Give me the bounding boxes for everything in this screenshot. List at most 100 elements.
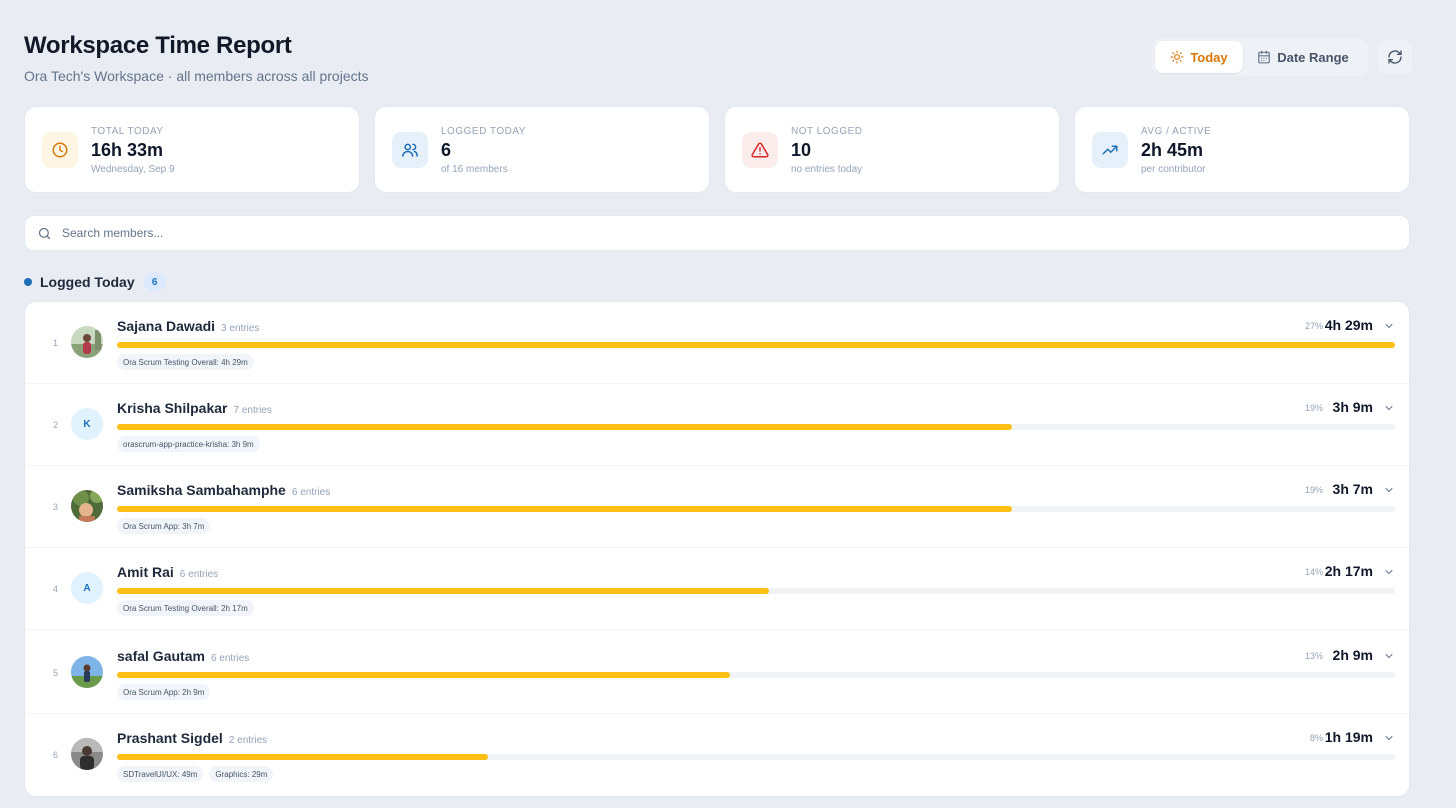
search-icon <box>37 226 52 241</box>
member-percent: 13% <box>1304 651 1323 661</box>
member-name: Prashant Sigdel 2 entries <box>117 730 268 746</box>
project-chips: Ora Scrum Testing Overall: 2h 17m <box>117 600 254 616</box>
project-chips: Ora Scrum Testing Overall: 4h 29m <box>117 354 254 370</box>
member-rank: 2 <box>53 420 59 430</box>
project-chips: Ora Scrum App: 2h 9m <box>117 684 211 700</box>
calendar-icon <box>1258 50 1271 64</box>
stat-sub: Wednesday, Sep 9 <box>91 164 175 175</box>
users-icon <box>392 132 428 168</box>
member-avatar <box>71 738 103 770</box>
member-row[interactable]: 4 A Amit Rai 6 entries 14% 2h 17m Ora Scr… <box>25 548 1409 630</box>
member-duration: 4h 29m <box>1324 317 1373 333</box>
member-percent: 8% <box>1309 733 1323 743</box>
member-avatar: A <box>71 572 103 604</box>
stat-label: TOTAL TODAY <box>91 126 164 137</box>
member-entries: 6 entries <box>179 569 219 580</box>
project-chips: orascrum-app-practice-krisha: 3h 9m <box>117 436 260 452</box>
search-bar <box>24 215 1410 251</box>
project-chips: Ora Scrum App: 3h 7m <box>117 518 211 534</box>
member-duration: 2h 9m <box>1332 647 1373 663</box>
stat-value: 2h 45m <box>1141 140 1204 160</box>
member-list: 1 Sajana Dawadi 3 entries 27% 4h 29m Ora … <box>24 301 1410 797</box>
member-entries: 6 entries <box>210 653 250 664</box>
member-percent: 27% <box>1304 321 1323 331</box>
member-row[interactable]: 2 K Krisha Shilpakar 7 entries 19% 3h 9m … <box>25 384 1409 466</box>
clock-icon <box>42 132 78 168</box>
stat-card-avg-active: AVG / ACTIVE 2h 45m per contributor <box>1074 106 1410 193</box>
section-count-badge: 6 <box>143 273 166 291</box>
member-name: Samiksha Sambahamphe 6 entries <box>117 482 331 498</box>
progress-track <box>117 588 1395 594</box>
progress-fill <box>117 588 769 594</box>
section-dot <box>24 278 32 286</box>
member-duration: 1h 19m <box>1324 729 1373 745</box>
section-header: Logged Today 6 <box>24 273 166 291</box>
progress-track <box>117 754 1395 760</box>
progress-track <box>117 342 1395 348</box>
page-title: Workspace Time Report <box>24 32 292 59</box>
member-avatar: K <box>71 408 103 440</box>
member-row[interactable]: 1 Sajana Dawadi 3 entries 27% 4h 29m Ora … <box>25 302 1409 384</box>
refresh-icon <box>1388 50 1402 64</box>
trending-up-icon <box>1092 132 1128 168</box>
date-range-button[interactable]: Date Range <box>1243 41 1363 73</box>
stat-sub: of 16 members <box>441 164 508 175</box>
refresh-button[interactable] <box>1378 40 1412 74</box>
member-avatar <box>71 490 103 522</box>
chevron-down-icon[interactable] <box>1383 320 1395 332</box>
project-chip: Ora Scrum Testing Overall: 4h 29m <box>117 354 254 370</box>
member-rank: 6 <box>53 750 59 760</box>
progress-fill <box>117 672 731 678</box>
member-rank: 4 <box>53 584 59 594</box>
member-entries: 7 entries <box>233 405 272 416</box>
project-chip: Ora Scrum Testing Overall: 2h 17m <box>117 600 254 616</box>
chevron-down-icon[interactable] <box>1383 402 1395 414</box>
stat-card-total-today: TOTAL TODAY 16h 33m Wednesday, Sep 9 <box>24 106 360 193</box>
member-duration: 3h 7m <box>1332 481 1373 497</box>
member-entries: 3 entries <box>221 323 260 334</box>
project-chip: Ora Scrum App: 3h 7m <box>117 518 211 534</box>
sun-icon <box>1170 50 1184 64</box>
stat-value: 16h 33m <box>91 140 164 160</box>
project-chip: Ora Scrum App: 2h 9m <box>117 684 211 700</box>
member-name: safal Gautam 6 entries <box>117 648 250 664</box>
member-percent: 19% <box>1304 403 1323 413</box>
section-title: Logged Today <box>40 274 135 290</box>
project-chip: Graphics: 29m <box>209 766 274 782</box>
member-rank: 3 <box>53 502 59 512</box>
member-avatar <box>71 326 103 358</box>
member-name: Amit Rai 6 entries <box>117 564 219 580</box>
member-percent: 19% <box>1304 485 1323 495</box>
today-button[interactable]: Today <box>1155 41 1243 73</box>
alert-triangle-icon <box>742 132 778 168</box>
stat-sub: no entries today <box>791 164 863 175</box>
member-row[interactable]: 6 Prashant Sigdel 2 entries 8% 1h 19m SDT… <box>25 714 1409 796</box>
member-duration: 2h 17m <box>1324 563 1373 579</box>
stat-card-not-logged: NOT LOGGED 10 no entries today <box>724 106 1060 193</box>
member-entries: 6 entries <box>291 487 331 498</box>
project-chip: SDTravelUI/UX: 49m <box>117 766 204 782</box>
member-rank: 5 <box>53 668 59 678</box>
search-input[interactable] <box>62 226 1362 240</box>
chevron-down-icon[interactable] <box>1383 650 1395 662</box>
stat-card-logged-today: LOGGED TODAY 6 of 16 members <box>374 106 710 193</box>
chevron-down-icon[interactable] <box>1383 484 1395 496</box>
member-rank: 1 <box>53 338 59 348</box>
chevron-down-icon[interactable] <box>1383 732 1395 744</box>
progress-fill <box>117 342 1395 348</box>
member-row[interactable]: 3 Samiksha Sambahamphe 6 entries 19% 3h 7… <box>25 466 1409 548</box>
project-chip: orascrum-app-practice-krisha: 3h 9m <box>117 436 260 452</box>
stat-sub: per contributor <box>1141 164 1206 175</box>
member-row[interactable]: 5 safal Gautam 6 entries 13% 2h 9m Ora Sc… <box>25 632 1409 714</box>
progress-fill <box>117 754 488 760</box>
progress-fill <box>117 424 1012 430</box>
progress-track <box>117 506 1395 512</box>
today-label: Today <box>1190 49 1228 65</box>
stat-value: 10 <box>791 140 812 160</box>
progress-track <box>117 424 1395 430</box>
chevron-down-icon[interactable] <box>1383 566 1395 578</box>
progress-fill <box>117 506 1012 512</box>
member-duration: 3h 9m <box>1332 399 1373 415</box>
project-chips: SDTravelUI/UX: 49m Graphics: 29m <box>117 766 274 782</box>
member-percent: 14% <box>1304 567 1323 577</box>
